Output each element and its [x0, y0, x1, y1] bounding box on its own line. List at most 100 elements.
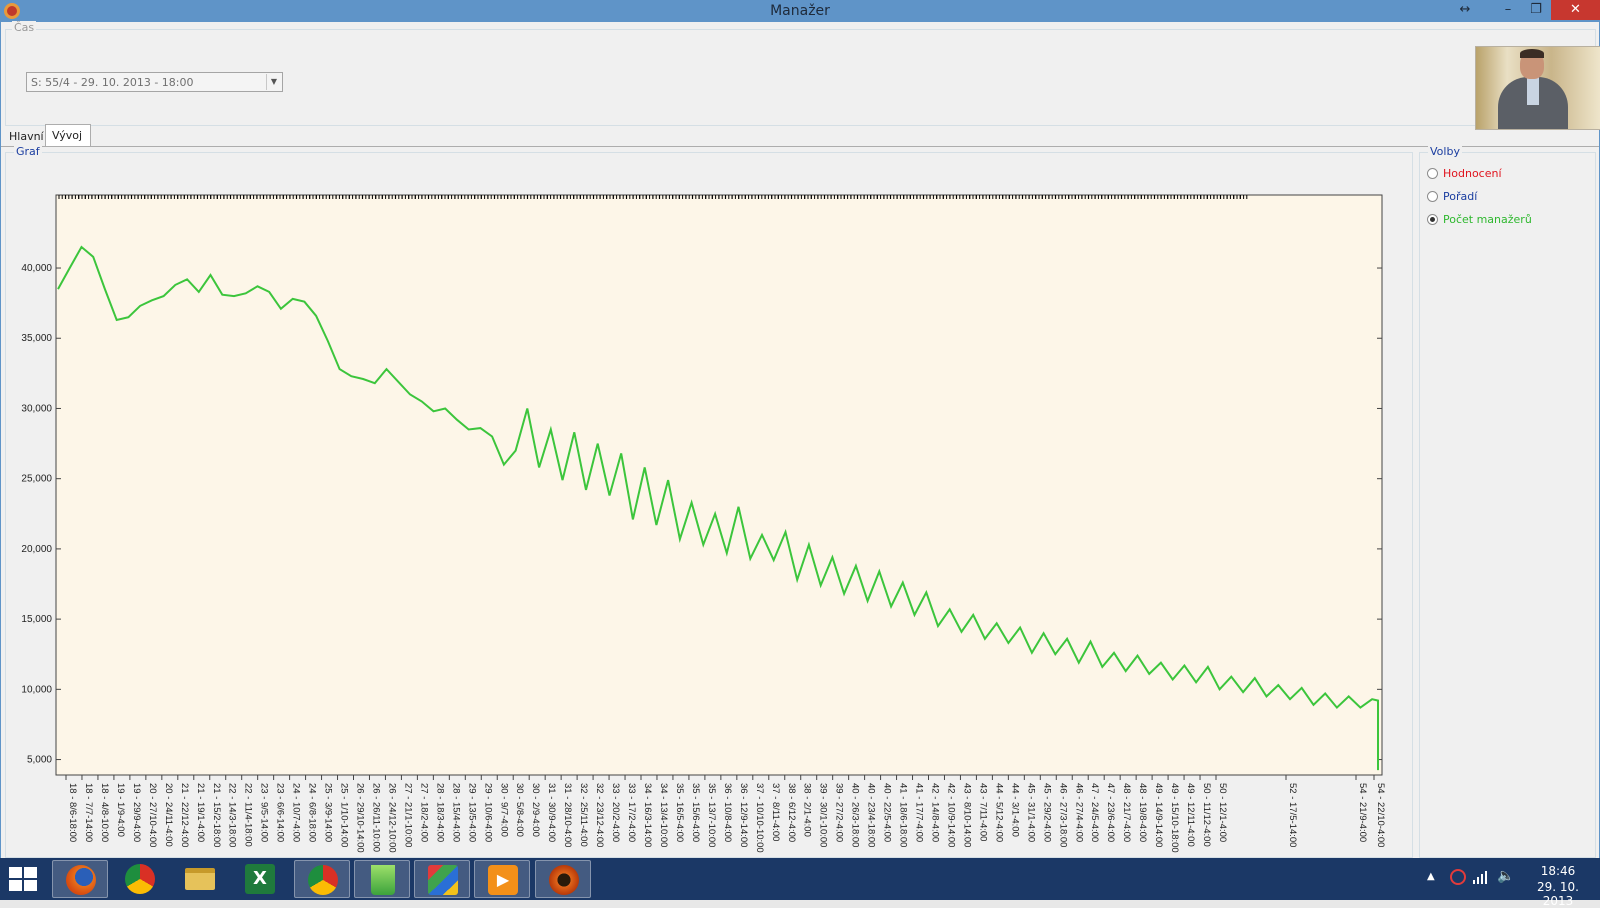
clock-time[interactable]: 18:46 — [1520, 864, 1596, 878]
taskbar-chrome[interactable] — [112, 860, 168, 898]
minimize-button[interactable]: – — [1495, 0, 1521, 20]
y-tick-label: 10,000 — [21, 684, 52, 695]
x-tick-label: 20 - 27/10-4:00 — [147, 783, 158, 847]
x-tick-label: 21 - 15/2-18:00 — [211, 783, 222, 847]
x-tick-label: 45 - 31/1-4:00 — [1025, 783, 1036, 842]
radio-button[interactable] — [1427, 191, 1438, 202]
x-tick-label: 30 - 2/9-4:00 — [530, 783, 541, 837]
plot-area — [55, 194, 1383, 776]
chevron-down-icon[interactable]: ▼ — [266, 74, 281, 90]
line-chart: 5,000 10,000 15,000 20,000 25,000 30,000 35,00… — [21, 194, 1386, 853]
x-tick-label: 38 - 2/1-4:00 — [802, 783, 813, 837]
taskbar-control-panel[interactable] — [414, 860, 470, 898]
excel-icon: X — [245, 864, 275, 894]
volume-icon[interactable]: 🔈 — [1497, 868, 1514, 884]
x-tick-label: 20 - 24/11-4:00 — [163, 783, 174, 847]
chart-group: Graf 5,000 10,000 15,000 20,000 25,000 30,000… — [5, 145, 1413, 858]
x-tick-label: 22 - 11/4-18:00 — [243, 783, 254, 847]
x-tick-label: 28 - 18/3-4:00 — [434, 783, 445, 842]
x-tick-label: 30 - 9/7-4:00 — [498, 783, 509, 837]
time-group-legend: Čas — [12, 21, 37, 34]
y-tick-label: 25,000 — [21, 474, 52, 485]
y-tick-label: 40,000 — [21, 263, 52, 274]
radio-button[interactable] — [1427, 168, 1438, 179]
x-tick-label: 49 - 12/11-4:00 — [1185, 783, 1196, 847]
x-tick-label: 26 - 24/12-10:00 — [386, 783, 397, 853]
taskbar-media-player[interactable]: ▶ — [474, 860, 530, 898]
x-tick-label: 19 - 1/9-4:00 — [115, 783, 126, 837]
y-tick-label: 35,000 — [21, 333, 52, 344]
close-button[interactable]: ✕ — [1551, 0, 1600, 20]
tab-divider — [1, 146, 1599, 147]
x-tick-label: 48 - 21/7-4:00 — [1121, 783, 1132, 842]
radio-button[interactable] — [1427, 214, 1438, 225]
taskbar-recycle-app[interactable] — [354, 860, 410, 898]
chrome-remote-icon — [308, 865, 338, 895]
windows-logo-icon — [9, 880, 22, 891]
network-error-icon[interactable] — [1450, 869, 1466, 885]
x-tick-label: 25 - 3/9-14:00 — [323, 783, 334, 842]
tray-expand-icon[interactable]: ▲ — [1427, 871, 1435, 882]
x-tick-label: 49 - 15/10-18:00 — [1169, 783, 1180, 853]
x-tick-label: 37 - 10/10-10:00 — [754, 783, 765, 853]
start-button[interactable] — [8, 866, 40, 892]
firefox-icon — [66, 865, 96, 895]
x-tick-label: 30 - 5/8-4:00 — [514, 783, 525, 837]
x-tick-label: 40 - 23/4-18:00 — [866, 783, 877, 847]
x-tick-label: 47 - 24/5-4:00 — [1089, 783, 1100, 842]
tab-hlavni[interactable]: Hlavní — [5, 127, 45, 146]
maximize-button[interactable]: ❐ — [1523, 0, 1549, 20]
clock-date[interactable]: 29. 10. 2013 — [1520, 880, 1596, 908]
x-tick-label: 35 - 13/7-10:00 — [706, 783, 717, 847]
x-tick-label: 48 - 19/8-4:00 — [1137, 783, 1148, 842]
x-tick-label: 44 - 3/1-4:00 — [1009, 783, 1020, 837]
period-select[interactable]: S: 55/4 - 29. 10. 2013 - 18:00 ▼ — [26, 72, 283, 92]
x-tick-label: 31 - 28/10-4:00 — [562, 783, 573, 847]
y-tick-label: 30,000 — [21, 403, 52, 414]
x-tick-label: 54 - 21/9-4:00 — [1357, 783, 1368, 842]
title-bar: Manažer ↔ – ❐ ✕ — [0, 0, 1600, 22]
x-tick-label: 32 - 25/11-4:00 — [578, 783, 589, 847]
windows-logo-icon — [24, 880, 37, 891]
x-tick-label: 34 - 16/3-14:00 — [642, 783, 653, 847]
x-tick-label: 41 - 18/6-18:00 — [898, 783, 909, 847]
x-tick-label: 26 - 29/10-14:00 — [355, 783, 366, 853]
x-tick-label: 36 - 12/9-14:00 — [738, 783, 749, 847]
x-tick-label: 49 - 14/9-14:00 — [1153, 783, 1164, 847]
x-tick-label: 35 - 15/6-4:00 — [690, 783, 701, 842]
x-tick-label: 43 - 8/10-14:00 — [961, 783, 972, 847]
media-player-icon: ▶ — [488, 865, 518, 895]
x-tick-label: 41 - 17/7-4:00 — [914, 783, 925, 842]
resize-button[interactable]: ↔ — [1452, 0, 1478, 20]
taskbar-explorer[interactable] — [172, 860, 228, 898]
window-title: Manažer — [770, 3, 830, 19]
tab-vyvoj[interactable]: Vývoj — [45, 124, 91, 146]
recycle-app-icon — [371, 865, 395, 895]
taskbar-excel[interactable]: X — [232, 860, 288, 898]
x-tick-label: 28 - 15/4-4:00 — [450, 783, 461, 842]
x-tick-label: 27 - 21/1-10:00 — [402, 783, 413, 847]
y-tick-label: 20,000 — [21, 544, 52, 555]
x-tick-label: 24 - 10/7-4:00 — [291, 783, 302, 842]
taskbar-chrome-remote[interactable] — [294, 860, 350, 898]
manager-photo — [1475, 46, 1600, 130]
x-tick-label: 23 - 6/6-14:00 — [275, 783, 286, 842]
x-tick-label: 40 - 22/5-4:00 — [882, 783, 893, 842]
x-tick-label: 25 - 1/10-14:00 — [339, 783, 350, 847]
x-tick-label: 35 - 16/5-4:00 — [674, 783, 685, 842]
x-tick-label: 39 - 27/2-4:00 — [834, 783, 845, 842]
x-tick-label: 29 - 13/5-4:00 — [466, 783, 477, 842]
options-group: Volby Hodnocení Pořadí Počet manažerů — [1419, 145, 1596, 858]
x-tick-label: 37 - 8/11-4:00 — [770, 783, 781, 841]
taskbar-firefox[interactable] — [52, 860, 108, 898]
x-tick-label: 32 - 23/12-4:00 — [594, 783, 605, 847]
period-select-value: S: 55/4 - 29. 10. 2013 - 18:00 — [31, 76, 194, 89]
x-tick-label: 42 - 10/9-14:00 — [945, 783, 956, 847]
x-tick-label: 34 - 13/4-10:00 — [658, 783, 669, 847]
x-tick-label: 45 - 29/2-4:00 — [1041, 783, 1052, 842]
taskbar-manazer-app[interactable] — [535, 860, 591, 898]
signal-icon[interactable] — [1472, 869, 1488, 885]
x-tick-label: 36 - 10/8-4:00 — [722, 783, 733, 842]
x-tick-label: 23 - 9/5-14:00 — [259, 783, 270, 842]
x-tick-label: 44 - 5/12-4:00 — [993, 783, 1004, 842]
